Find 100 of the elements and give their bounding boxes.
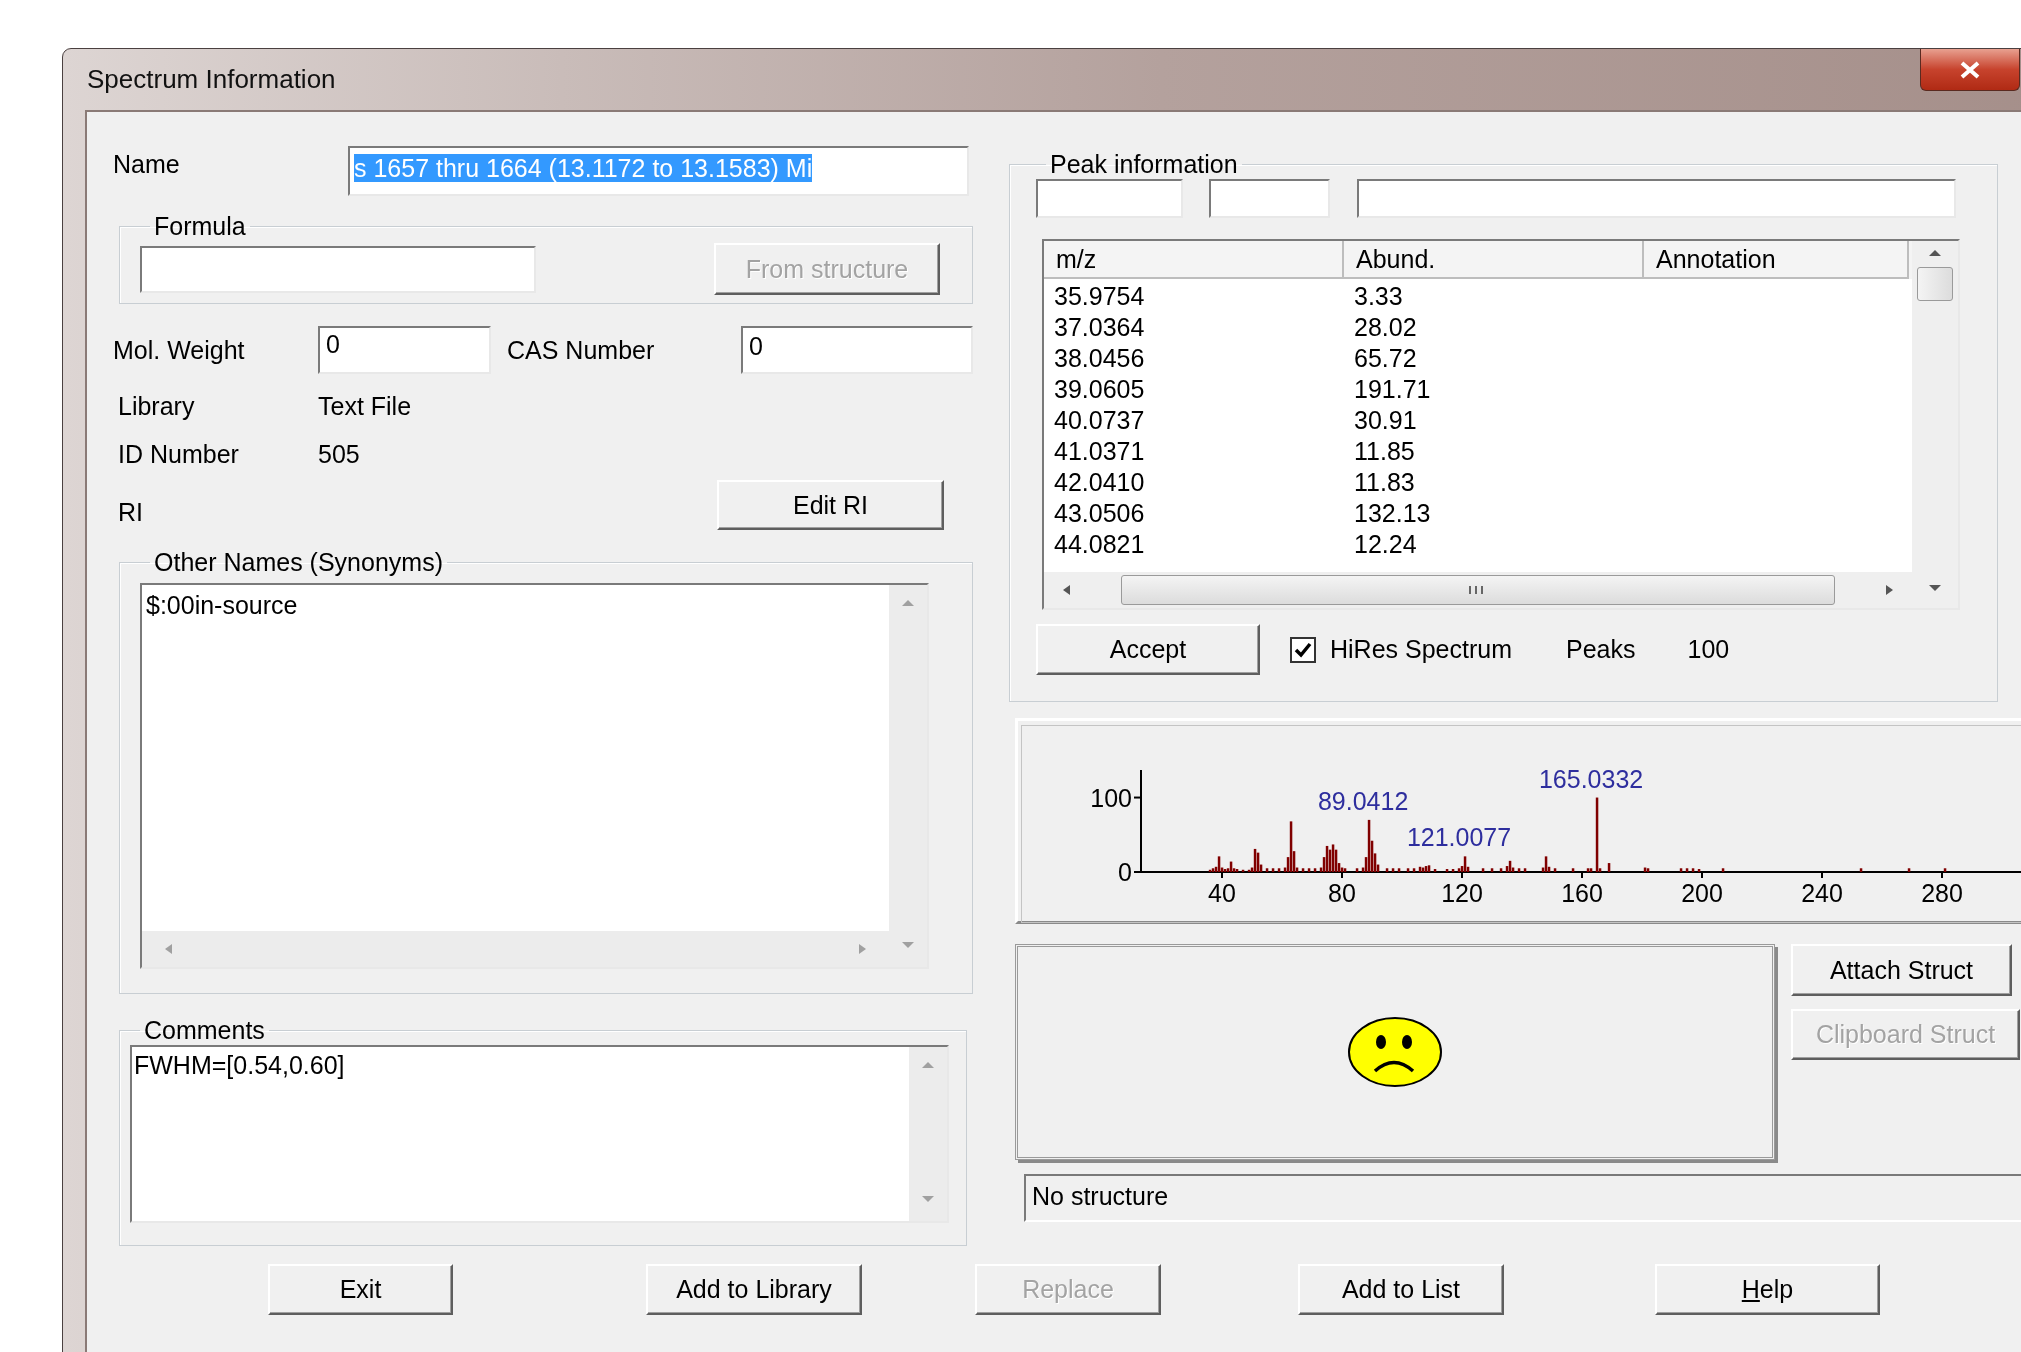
peak-bar — [1271, 868, 1275, 872]
peak-bar — [1523, 868, 1527, 872]
table-cell-text: 38.0456 — [1053, 343, 1146, 374]
peak-bar — [1481, 868, 1485, 872]
axis-label: 200 — [1681, 879, 1723, 907]
dialog-button[interactable]: Help — [1655, 1264, 1880, 1315]
cas-number-field[interactable]: 0 — [741, 326, 973, 374]
peak-bar — [1691, 868, 1695, 872]
field-text: s 1657 thru 1664 (13.1172 to 13.1583) Mi — [354, 154, 813, 182]
group-label: Formula — [153, 212, 247, 241]
formula-field[interactable] — [140, 245, 536, 293]
peak-bar — [1307, 868, 1311, 872]
table-cell-text: 30.91 — [1353, 405, 1418, 436]
axis-label: 0 — [1118, 858, 1132, 886]
axis-label: 40 — [1208, 879, 1236, 907]
abundance-input[interactable] — [1209, 179, 1330, 218]
peak-bar — [1679, 868, 1683, 872]
annotation-input[interactable] — [1357, 179, 1956, 218]
accept-button[interactable]: Accept — [1036, 624, 1260, 675]
close-button[interactable] — [1920, 49, 2020, 91]
mz-input[interactable] — [1036, 179, 1183, 218]
table-cell-text: 35.9754 — [1053, 281, 1146, 312]
peak-bar — [1943, 868, 1947, 872]
table-cell-text: 65.72 — [1353, 343, 1418, 374]
peak-label: 165.0332 — [1538, 764, 1644, 793]
peak-bar — [1721, 868, 1725, 872]
axis-label: 80 — [1328, 879, 1356, 907]
peak-bar — [1907, 868, 1911, 872]
axis-label: 100 — [1090, 783, 1132, 812]
field-label: Library — [117, 391, 196, 421]
peak-bar — [1859, 868, 1863, 872]
scroll-down-icon[interactable] — [1927, 582, 1943, 594]
peak-bar — [1265, 868, 1269, 872]
field-label: ID Number — [117, 439, 240, 469]
table-cell-text: 44.0821 — [1053, 529, 1146, 560]
table-cell-text: 39.0605 — [1053, 374, 1146, 405]
window-title: Spectrum Information — [87, 64, 336, 95]
peak-bar — [1490, 868, 1494, 872]
dialog-button[interactable]: Add to Library — [646, 1264, 862, 1315]
group-label: Other Names (Synonyms) — [153, 548, 444, 577]
horizontal-scrollbar[interactable] — [1044, 572, 1912, 608]
axis-label: 160 — [1561, 879, 1603, 907]
field-value: 505 — [318, 439, 360, 469]
table-cell-text: 11.83 — [1353, 467, 1416, 498]
peak-bar — [1451, 869, 1455, 872]
table-cell-text: 132.13 — [1353, 498, 1432, 529]
mol-weight-field[interactable]: 0 — [318, 326, 491, 374]
axis-label: 240 — [1801, 879, 1843, 907]
field-label: RI — [117, 496, 143, 527]
group-label: Peak information — [1049, 150, 1239, 179]
table-cell-text: 43.0506 — [1053, 498, 1146, 529]
sad-smiley-icon — [1347, 1016, 1443, 1088]
field-label: Mol. Weight — [113, 335, 246, 365]
close-icon — [1959, 60, 1981, 79]
checkbox-label: HiRes Spectrum — [1330, 635, 1512, 664]
edit-ri-button[interactable]: Edit RI — [717, 480, 944, 530]
peak-bar — [1301, 868, 1305, 872]
dialog-button[interactable]: Exit — [268, 1264, 453, 1315]
dialog-button[interactable]: Add to List — [1298, 1264, 1504, 1315]
field-label: CAS Number — [507, 335, 656, 365]
field-value: Text File — [318, 391, 412, 421]
peak-label: 121.0077 — [1406, 823, 1512, 852]
peak-bar — [1313, 868, 1317, 872]
peak-bar — [1697, 869, 1701, 872]
peak-label: 89.0412 — [1317, 786, 1409, 815]
peak-bar — [1277, 868, 1281, 872]
peak-bar — [1445, 869, 1449, 872]
table-cell-text: 37.0364 — [1053, 312, 1146, 343]
table-cell-text: 41.0371 — [1053, 436, 1146, 467]
scroll-thumb[interactable] — [1121, 575, 1835, 605]
peak-bar — [1517, 868, 1521, 872]
table-cell-text: 40.0737 — [1053, 405, 1146, 436]
peak-bar — [1406, 868, 1410, 872]
comments-field[interactable]: FWHM=[0.54,0.60] — [130, 1045, 949, 1223]
table-cell-text: 42.0410 — [1053, 467, 1146, 498]
field-label: Peaks — [1566, 635, 1636, 664]
peak-bar — [1241, 869, 1245, 872]
scroll-thumb[interactable] — [1917, 267, 1953, 301]
table-cell-text: 12.24 — [1353, 529, 1418, 560]
peak-bar — [1355, 868, 1359, 872]
attach-structure-button[interactable]: Attach Struct — [1791, 944, 2012, 996]
hires-checkbox[interactable] — [1290, 636, 1316, 663]
axis-label: 120 — [1441, 879, 1483, 907]
column-header[interactable]: Annotation — [1644, 241, 1909, 279]
peak-bar — [1571, 868, 1575, 872]
axis-label: 280 — [1921, 879, 1963, 907]
column-header[interactable]: m/z — [1044, 241, 1344, 279]
table-cell-text: 3.33 — [1353, 281, 1404, 312]
column-header[interactable]: Abund. — [1344, 241, 1644, 279]
peak-bar — [1385, 868, 1389, 872]
peak-bar — [1607, 863, 1611, 872]
peak-bar — [1412, 868, 1416, 872]
scroll-up-icon[interactable] — [1927, 247, 1943, 259]
vertical-scrollbar[interactable] — [1912, 241, 1958, 608]
field-label: Name — [113, 149, 181, 179]
group-label: Comments — [143, 1016, 266, 1045]
synonyms-field[interactable]: $:00in-source — [140, 583, 929, 969]
field-value: 100 — [1687, 635, 1730, 664]
structure-status-field: No structure — [1024, 1174, 2021, 1222]
peak-bar — [1391, 868, 1395, 872]
